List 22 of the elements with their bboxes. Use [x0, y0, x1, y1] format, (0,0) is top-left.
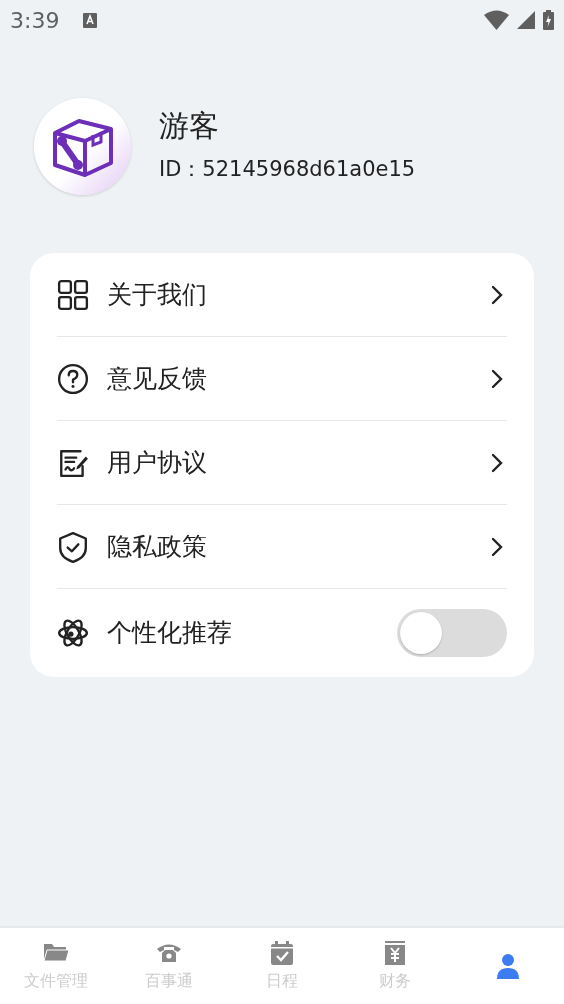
user-id: ID：52145968d61a0e15 — [159, 155, 416, 183]
grid-icon — [57, 278, 89, 311]
calendar-icon — [268, 939, 296, 967]
chevron-right-icon[interactable] — [491, 368, 503, 389]
keyboard-icon — [83, 12, 98, 28]
atom-icon — [57, 617, 89, 649]
chevron-right-icon[interactable] — [491, 452, 503, 473]
wifi-icon — [484, 10, 509, 30]
menu-label[interactable]: 用户协议 — [107, 443, 491, 482]
menu-label[interactable]: 个性化推荐 — [107, 614, 397, 652]
toggle-switch[interactable] — [397, 609, 507, 657]
battery-icon — [543, 10, 554, 30]
chevron-right-icon[interactable] — [491, 536, 503, 557]
menu-label[interactable]: 意见反馈 — [107, 359, 491, 398]
menu-label[interactable]: 关于我们 — [107, 275, 491, 314]
chevron-right-icon[interactable] — [491, 284, 503, 305]
signal-icon — [517, 11, 535, 29]
status-time: 3:39 — [10, 6, 60, 35]
menu-label[interactable]: 隐私政策 — [107, 527, 491, 566]
help-icon — [57, 362, 89, 395]
shield-icon — [57, 530, 89, 563]
user-name: 游客 — [159, 107, 220, 144]
